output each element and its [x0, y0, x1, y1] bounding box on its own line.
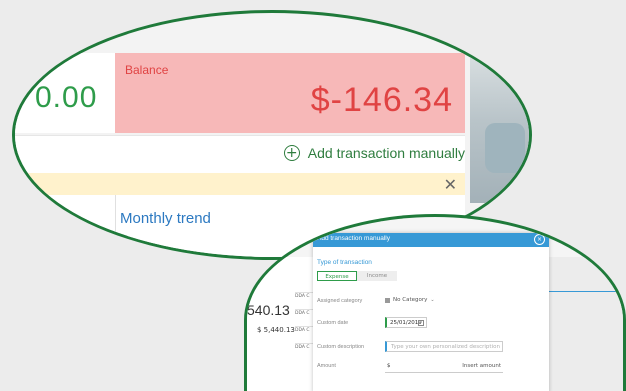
type-of-transaction-label: Type of transaction — [317, 259, 372, 266]
background-photo — [470, 53, 529, 203]
income-toggle[interactable]: Income — [357, 271, 397, 281]
add-transaction-button[interactable]: + Add transaction manually — [283, 145, 465, 161]
expense-toggle[interactable]: Expense — [317, 271, 357, 281]
category-select[interactable]: No Category ⌄ — [385, 297, 435, 303]
custom-description-input[interactable]: Type your own personalized description — [385, 341, 503, 352]
transaction-type-toggle: Expense Income — [317, 271, 397, 281]
chevron-down-icon[interactable]: ⌄ — [185, 245, 197, 257]
add-transaction-label: Add transaction manually — [307, 145, 465, 161]
category-color-icon — [385, 297, 390, 303]
zoom-callout-bottom: 540.13 $ 5,440.13 DDA C DDA C DDA C DDA … — [244, 214, 626, 391]
modal-title: Add transaction manually — [317, 235, 390, 242]
balance-value: $-146.34 — [310, 81, 453, 119]
custom-date-input[interactable]: 25/01/2019 — [385, 317, 427, 328]
balance-card: Balance $-146.34 — [115, 53, 465, 133]
amount-label: Amount — [317, 363, 336, 369]
custom-date-value: 25/01/2019 — [390, 320, 422, 326]
photo-chair — [485, 123, 525, 173]
add-transaction-modal: Add transaction manually × Type of trans… — [313, 233, 549, 391]
amount-placeholder: Insert amount — [462, 363, 501, 369]
monthly-trend-title: Monthly trend — [120, 210, 211, 227]
background-line — [549, 291, 623, 292]
close-icon[interactable]: × — [534, 234, 545, 245]
amount-value: 0.00 — [35, 81, 98, 114]
calendar-icon[interactable] — [418, 320, 424, 326]
background-amount-small: $ 5,440.13 — [257, 326, 295, 334]
close-icon[interactable]: ✕ — [444, 175, 457, 194]
add-transaction-row: + Add transaction manually — [15, 135, 465, 174]
amount-currency: $ — [387, 363, 391, 369]
assigned-category-label: Assigned category — [317, 298, 363, 304]
chevron-down-icon: ⌄ — [430, 297, 435, 303]
amount-input[interactable]: $ Insert amount — [385, 361, 503, 373]
notice-bar: ✕ — [15, 173, 465, 195]
background-right — [549, 257, 623, 391]
balance-label: Balance — [125, 63, 169, 77]
divider — [115, 195, 116, 257]
custom-description-label: Custom description — [317, 344, 365, 350]
plus-circle-icon: + — [283, 145, 300, 161]
background-amount: 540.13 — [247, 302, 290, 318]
amount-card: 0.00 — [15, 53, 116, 133]
modal-header: Add transaction manually × — [313, 233, 549, 247]
custom-date-label: Custom date — [317, 320, 349, 326]
category-value: No Category — [393, 297, 428, 303]
